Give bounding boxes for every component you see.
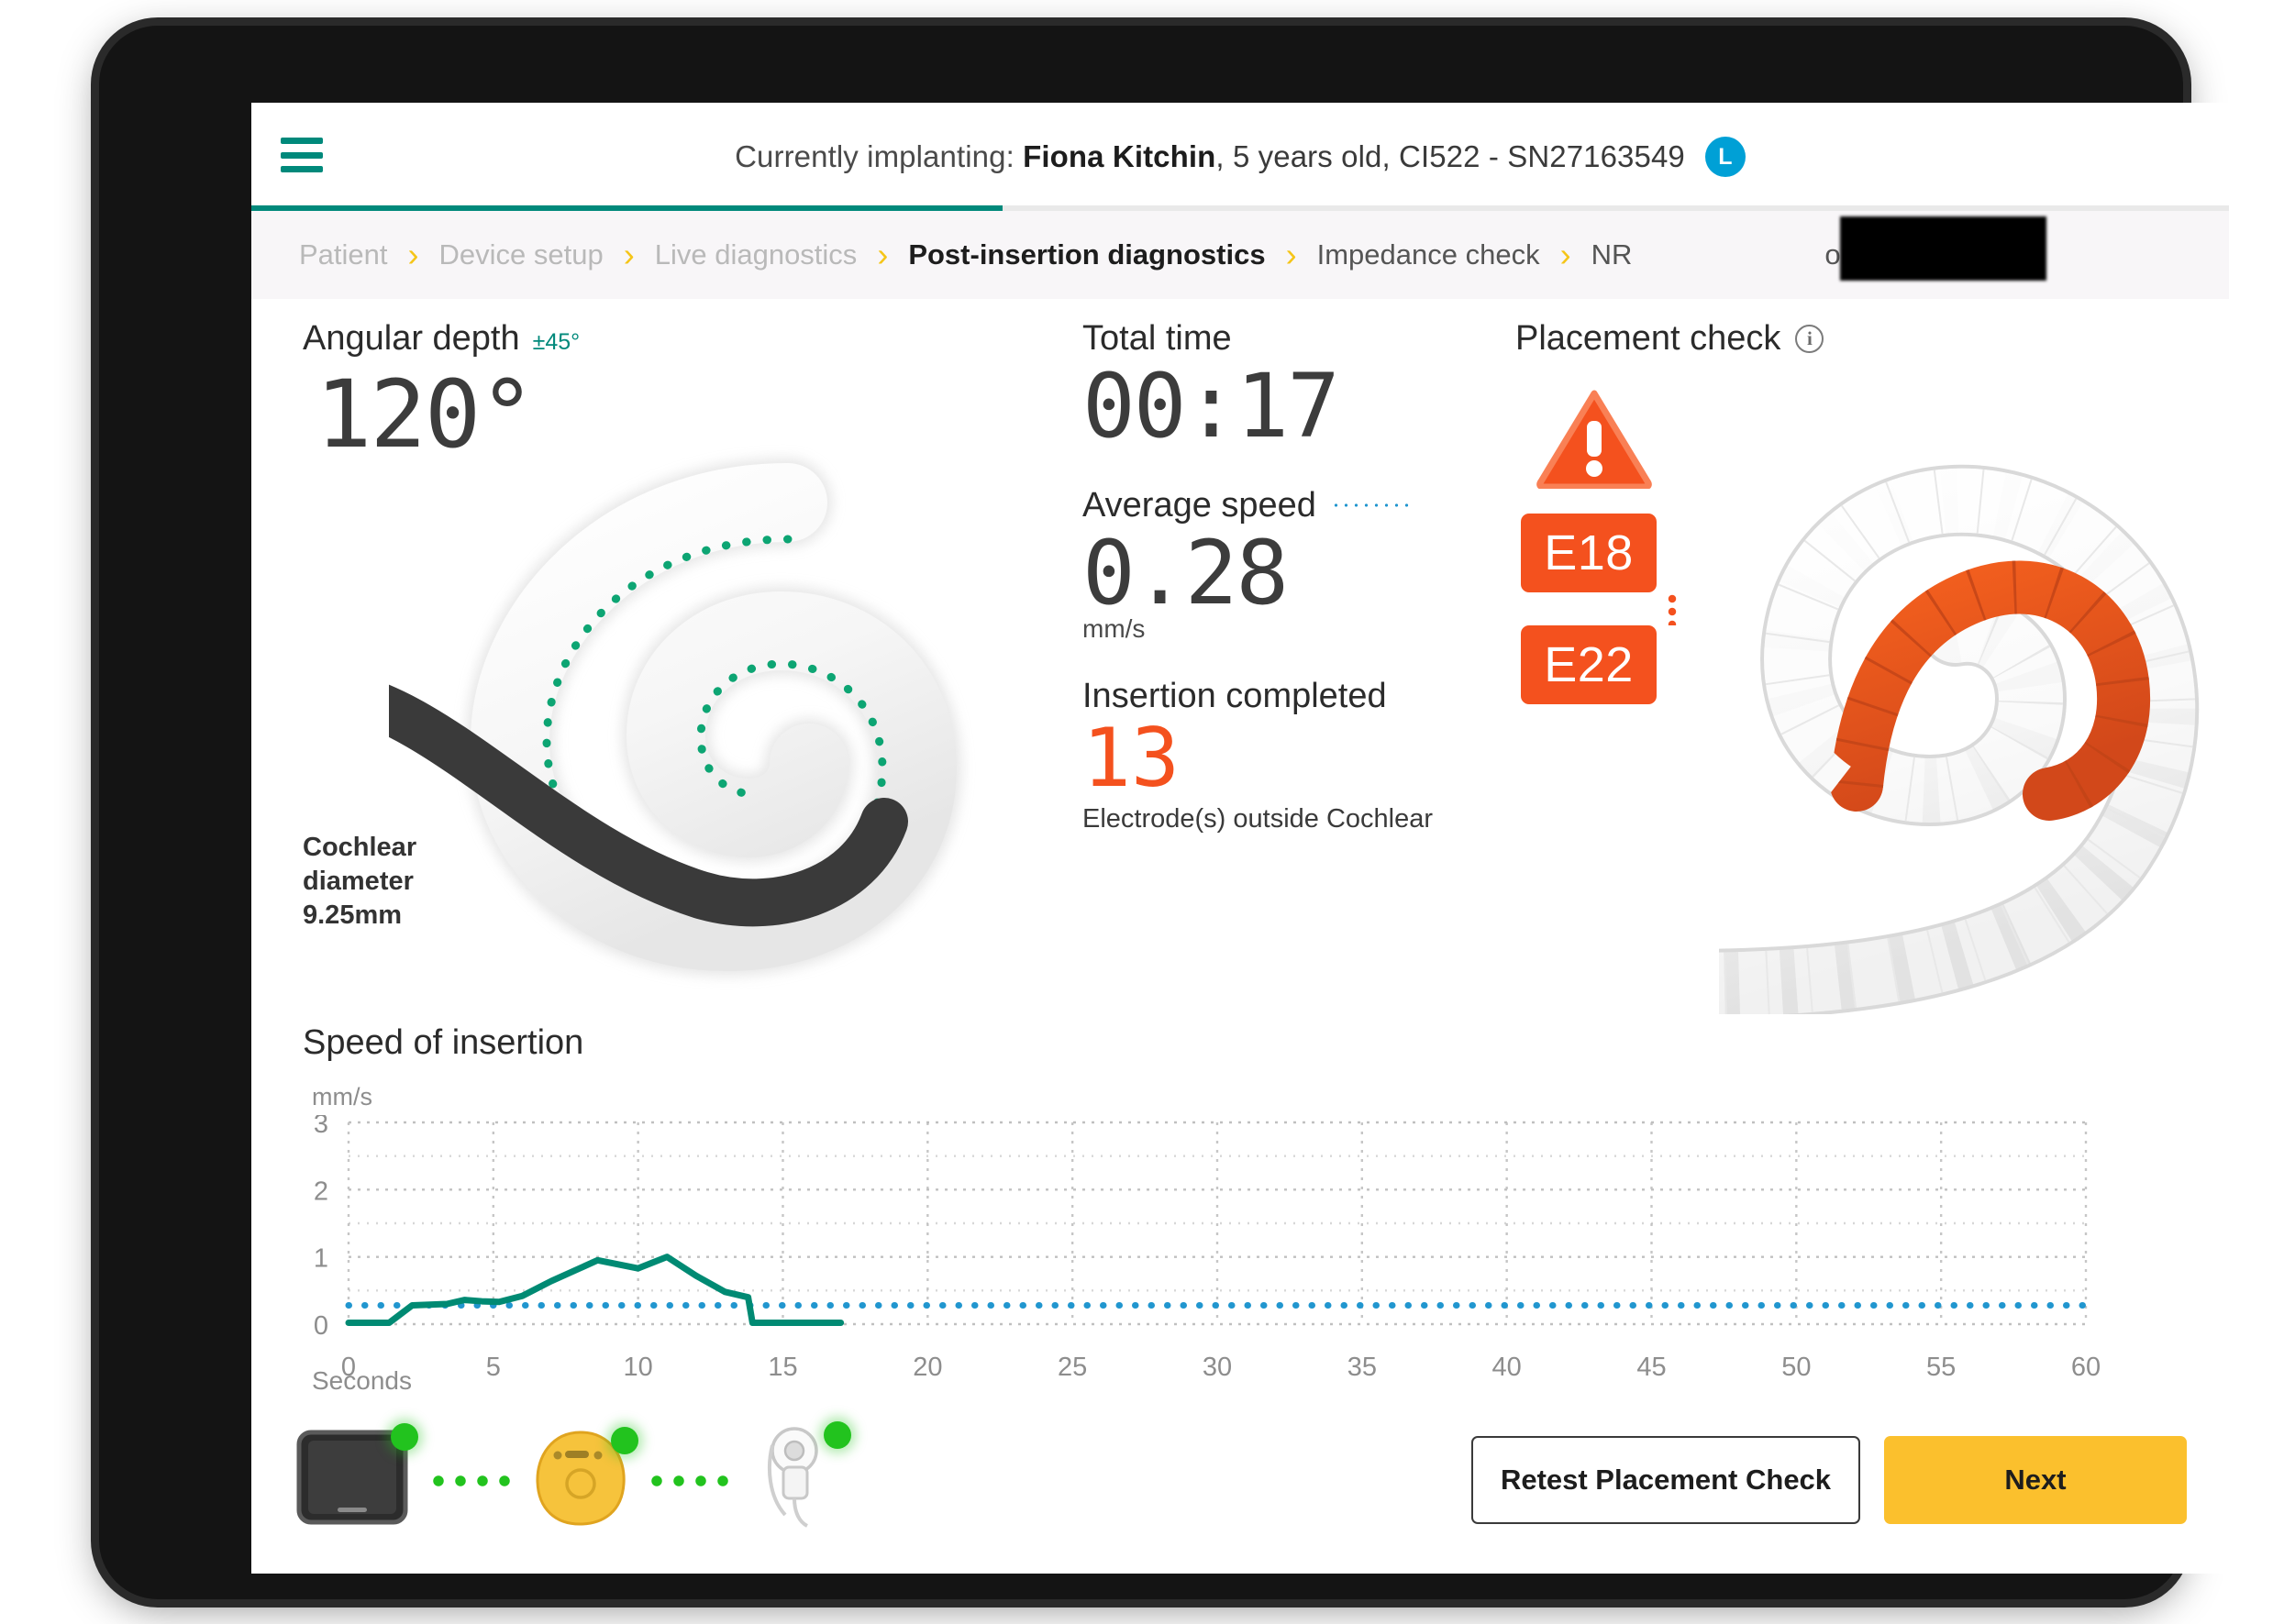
tablet-device-icon: [295, 1423, 418, 1534]
next-button[interactable]: Next: [1884, 1436, 2187, 1524]
total-time-value: 00:17: [1082, 355, 1340, 458]
total-time-label: Total time: [1082, 319, 1232, 358]
app-header: Currently implanting: Fiona Kitchin , 5 …: [251, 103, 2229, 211]
angular-depth-value: 120°: [316, 360, 536, 470]
patient-name: Fiona Kitchin: [1023, 139, 1216, 173]
svg-text:55: 55: [1926, 1353, 1956, 1382]
main-content: Angular depth ±45° 120° Cochlear diamete…: [251, 299, 2229, 1436]
patient-banner: Currently implanting: Fiona Kitchin , 5 …: [251, 103, 2229, 211]
device-connection-chain: [295, 1421, 851, 1538]
chevron-right-icon: ›: [877, 236, 889, 273]
placement-check-block: Placement check i E18 E22: [1515, 319, 1824, 704]
tablet-device-frame: Currently implanting: Fiona Kitchin , 5 …: [99, 26, 2229, 1599]
sound-processor-icon: [530, 1427, 638, 1534]
angular-depth-title: Angular depth: [303, 319, 520, 358]
svg-text:3: 3: [314, 1115, 328, 1139]
breadcrumb-item-impedance-check[interactable]: Impedance check: [1317, 238, 1540, 271]
ear-side-badge: L: [1704, 137, 1746, 177]
svg-text:35: 35: [1347, 1353, 1377, 1382]
info-icon[interactable]: i: [1795, 325, 1824, 353]
svg-text:0: 0: [341, 1353, 356, 1382]
svg-text:25: 25: [1058, 1353, 1087, 1382]
metrics-column: Total time 00:17 Average speed 0.28 mm/s…: [1082, 319, 1504, 834]
breadcrumb-item-patient[interactable]: Patient: [299, 238, 388, 271]
electrode-range-badges: E18 E22: [1521, 514, 1824, 704]
svg-text:50: 50: [1781, 1353, 1811, 1382]
footer-actions: Retest Placement Check Next: [1471, 1436, 2187, 1524]
svg-text:0: 0: [314, 1311, 328, 1341]
cochlea-spiral-illustration: [389, 458, 962, 977]
chart-y-axis-unit: mm/s: [312, 1083, 372, 1110]
svg-text:30: 30: [1203, 1353, 1232, 1382]
patient-details: , 5 years old, CI522 - SN27163549: [1215, 139, 1685, 173]
electrodes-outside-caption: Electrode(s) outside Cochlear: [1082, 803, 1434, 834]
tablet-status-dot: [391, 1423, 418, 1451]
cochlear-diameter-label: Cochlear diameter 9.25mm: [303, 833, 417, 931]
breadcrumb-item-nrt-prefix[interactable]: NR: [1591, 238, 1633, 271]
badge-connector-dots-icon: [1668, 592, 1678, 625]
svg-text:10: 10: [624, 1353, 653, 1382]
svg-text:40: 40: [1492, 1353, 1522, 1382]
sound-processor-status-dot: [611, 1427, 638, 1454]
average-speed-value: 0.28: [1082, 521, 1289, 624]
speed-of-insertion-chart: Speed of insertion mm/s 0 1 2 3 0 5 10 15 20 25 3…: [303, 1023, 2137, 1396]
connection-dots-icon: [646, 1474, 734, 1487]
patient-banner-prefix: Currently implanting:: [735, 139, 1015, 173]
angular-depth-tolerance: ±45°: [532, 329, 581, 355]
coil-status-dot: [824, 1421, 851, 1449]
breadcrumb-item-live-diagnostics[interactable]: Live diagnostics: [655, 238, 858, 271]
connection-dots-icon: [427, 1474, 516, 1487]
app-screen: Currently implanting: Fiona Kitchin , 5 …: [251, 103, 2229, 1574]
svg-text:20: 20: [913, 1353, 942, 1382]
svg-text:2: 2: [314, 1177, 328, 1206]
chevron-right-icon: ›: [623, 236, 635, 273]
placement-check-title: Placement check: [1515, 319, 1781, 358]
svg-text:15: 15: [768, 1353, 797, 1382]
chevron-right-icon: ›: [1559, 236, 1571, 273]
electrode-badge-end: E22: [1521, 625, 1657, 704]
redaction-overlay: [1840, 216, 2046, 281]
electrode-badge-start: E18: [1521, 514, 1657, 592]
chart-gridlines: [347, 1121, 2088, 1326]
average-speed-label: Average speed: [1082, 485, 1316, 525]
chart-x-axis-labels: 0 5 10 15 20 25 30 35 40 45 50 55 60: [341, 1353, 2101, 1382]
chart-title: Speed of insertion: [303, 1023, 584, 1062]
svg-text:45: 45: [1636, 1353, 1666, 1382]
chart-plot: 0 1 2 3: [314, 1115, 2090, 1341]
breadcrumb-item-device-setup[interactable]: Device setup: [439, 238, 604, 271]
svg-text:1: 1: [314, 1244, 328, 1274]
average-speed-legend-dash-icon: [1330, 503, 1410, 508]
breadcrumb-item-post-insertion-diagnostics[interactable]: Post-insertion diagnostics: [908, 238, 1265, 271]
warning-triangle-icon: [1536, 390, 1652, 491]
svg-text:5: 5: [486, 1353, 501, 1382]
breadcrumb: Patient › Device setup › Live diagnostic…: [251, 211, 2229, 299]
chevron-right-icon: ›: [407, 236, 419, 273]
chevron-right-icon: ›: [1285, 236, 1297, 273]
chart-y-axis-labels: 0 1 2 3: [314, 1115, 328, 1341]
electrodes-outside-value: 13: [1082, 710, 1180, 805]
retest-placement-check-button[interactable]: Retest Placement Check: [1471, 1436, 1860, 1524]
svg-text:60: 60: [2071, 1353, 2101, 1382]
angular-depth-block: Angular depth ±45° 120°: [303, 319, 580, 470]
coil-icon: [748, 1421, 851, 1538]
footer-bar: Retest Placement Check Next: [251, 1416, 2229, 1574]
